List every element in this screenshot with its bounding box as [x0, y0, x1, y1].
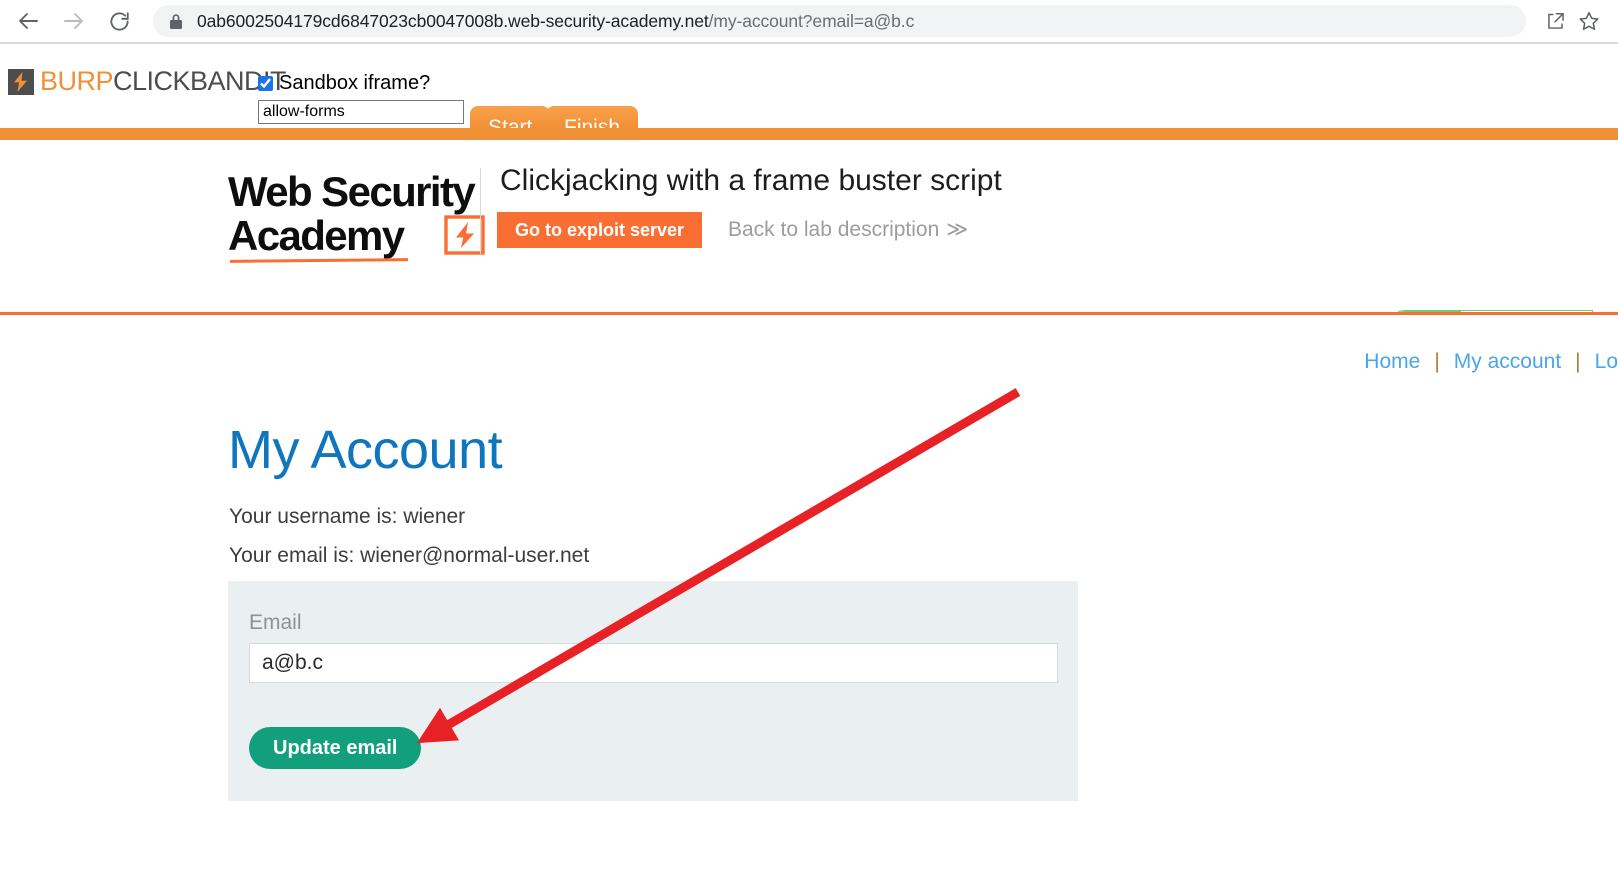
- academy-header: Web Security Academy Clickjacking with a…: [0, 140, 1618, 344]
- page-body: Home | My account | Lo My Account Your u…: [0, 315, 1618, 878]
- sandbox-checkbox-row: Sandbox iframe?: [258, 72, 468, 94]
- nav-separator: |: [1434, 350, 1440, 373]
- clickbandit-toolbar: BURPCLICKBANDIT Sandbox iframe? Start Fi…: [0, 44, 1618, 150]
- page-title: My Account: [228, 420, 503, 480]
- web-security-academy-logo[interactable]: Web Security Academy: [228, 168, 485, 263]
- nav-separator: |: [1575, 350, 1581, 373]
- address-bar[interactable]: 0ab6002504179cd6847023cb0047008b.web-sec…: [153, 5, 1526, 37]
- nav-link-my-account[interactable]: My account: [1454, 350, 1561, 374]
- header-divider: [480, 168, 481, 254]
- sandbox-flags-input[interactable]: [258, 100, 464, 124]
- back-arrow-icon[interactable]: [10, 2, 48, 40]
- academy-top-bar: [0, 128, 1618, 140]
- share-icon[interactable]: [1538, 4, 1572, 38]
- forward-arrow-icon[interactable]: [54, 2, 92, 40]
- back-to-lab-description-link[interactable]: Back to lab description ≫: [728, 217, 968, 242]
- burp-wordmark: BURPCLICKBANDIT: [40, 66, 287, 97]
- url-host: 0ab6002504179cd6847023cb0047008b.web-sec…: [197, 10, 709, 31]
- nav-link-log-out[interactable]: Lo: [1595, 350, 1618, 374]
- browser-action-buttons: [1538, 4, 1606, 38]
- address-bar-text: 0ab6002504179cd6847023cb0047008b.web-sec…: [197, 11, 914, 32]
- sandbox-iframe-checkbox[interactable]: [258, 75, 273, 91]
- academy-logo-line-2: Academy: [228, 212, 405, 259]
- academy-logo-line-2-wrap: Academy: [228, 212, 485, 263]
- academy-logo-line-1: Web Security: [228, 168, 476, 215]
- padlock-icon: [169, 13, 183, 30]
- nav-link-home[interactable]: Home: [1364, 350, 1420, 374]
- academy-logo-underline: [229, 258, 409, 263]
- username-text: Your username is: wiener: [229, 505, 466, 528]
- chevron-double-right-icon: ≫: [946, 218, 969, 241]
- update-email-form: Email Update email: [228, 581, 1078, 801]
- star-bookmark-icon[interactable]: [1572, 4, 1606, 38]
- update-email-button[interactable]: Update email: [249, 727, 422, 769]
- email-field-label: Email: [249, 611, 302, 634]
- account-navigation: Home | My account | Lo: [1364, 350, 1618, 374]
- burp-lightning-icon: [8, 68, 34, 95]
- browser-chrome: 0ab6002504179cd6847023cb0047008b.web-sec…: [0, 0, 1618, 42]
- reload-icon[interactable]: [100, 2, 138, 40]
- lab-title: Clickjacking with a frame buster script: [500, 164, 1002, 197]
- burp-clickbandit-logo: BURPCLICKBANDIT: [8, 66, 287, 97]
- email-text: Your email is: wiener@normal-user.net: [229, 544, 590, 567]
- sandbox-controls: Sandbox iframe?: [258, 72, 468, 124]
- email-input[interactable]: [249, 643, 1058, 683]
- back-to-lab-label: Back to lab description: [728, 218, 940, 241]
- sandbox-iframe-label: Sandbox iframe?: [279, 71, 431, 94]
- url-path: /my-account?email=a@b.c: [708, 10, 915, 31]
- brand-burp: BURP: [40, 66, 114, 96]
- go-to-exploit-server-button[interactable]: Go to exploit server: [497, 212, 703, 248]
